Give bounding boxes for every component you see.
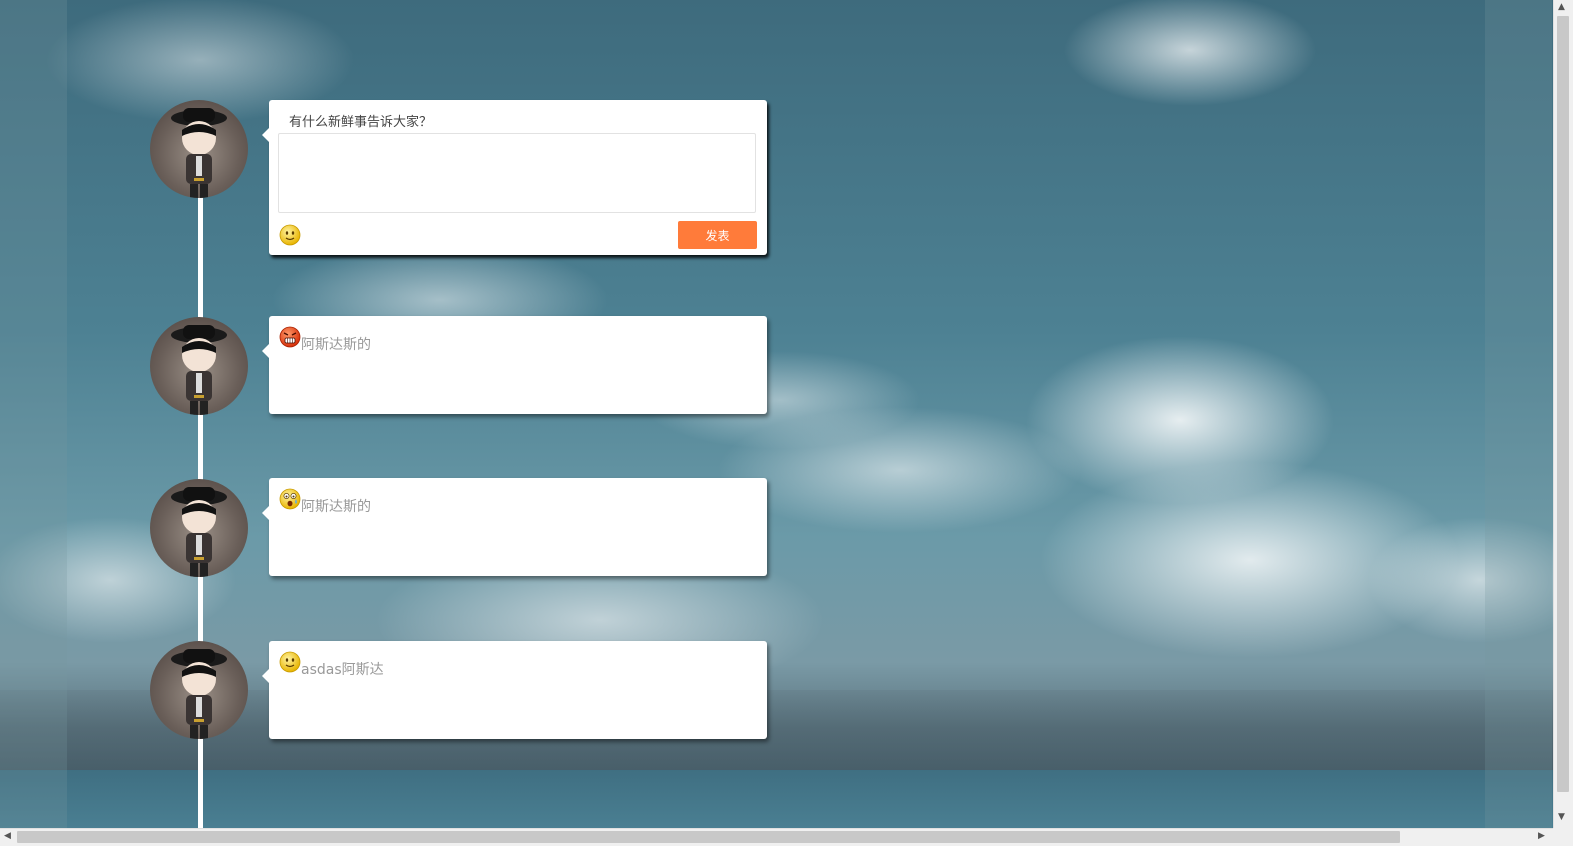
avatar bbox=[150, 100, 248, 198]
avatar bbox=[150, 641, 248, 739]
crying-face-icon bbox=[279, 488, 301, 514]
vertical-scrollbar[interactable]: ▲ ▼ bbox=[1553, 0, 1573, 828]
post-text: asdas阿斯达 bbox=[301, 662, 384, 678]
post-card: 阿斯达斯的 bbox=[262, 316, 767, 414]
compose-title: 有什么新鲜事告诉大家？ bbox=[289, 115, 433, 130]
background-side-right bbox=[1485, 0, 1552, 828]
card-pointer bbox=[262, 669, 269, 683]
avatar-figure-icon bbox=[171, 649, 227, 739]
horizontal-scroll-thumb[interactable] bbox=[17, 831, 1400, 843]
smile-face-icon[interactable] bbox=[279, 224, 301, 250]
horizontal-scrollbar[interactable]: ◀ ▶ bbox=[0, 828, 1553, 846]
publish-button[interactable]: 发表 bbox=[678, 221, 757, 249]
avatar bbox=[150, 479, 248, 577]
compose-textarea[interactable] bbox=[278, 133, 756, 213]
compose-card: 有什么新鲜事告诉大家？ 发表 bbox=[262, 100, 767, 255]
scrollbar-corner bbox=[1553, 828, 1573, 846]
avatar bbox=[150, 317, 248, 415]
angry-face-icon bbox=[279, 326, 301, 352]
scroll-right-arrow-icon[interactable]: ▶ bbox=[1538, 831, 1545, 841]
smile-face-icon bbox=[279, 651, 301, 677]
scroll-left-arrow-icon[interactable]: ◀ bbox=[4, 831, 11, 841]
avatar-figure-icon bbox=[171, 325, 227, 415]
scroll-up-arrow-icon[interactable]: ▲ bbox=[1558, 2, 1565, 12]
post-text: 阿斯达斯的 bbox=[301, 337, 371, 353]
scroll-down-arrow-icon[interactable]: ▼ bbox=[1558, 812, 1565, 822]
background-side-left bbox=[0, 0, 67, 828]
card-pointer bbox=[262, 344, 269, 358]
post-card: asdas阿斯达 bbox=[262, 641, 767, 739]
card-pointer bbox=[262, 506, 269, 520]
avatar-figure-icon bbox=[171, 487, 227, 577]
card-pointer bbox=[262, 128, 269, 142]
avatar-figure-icon bbox=[171, 108, 227, 198]
post-text: 阿斯达斯的 bbox=[301, 499, 371, 515]
sky-background-repeat bbox=[0, 770, 1553, 828]
vertical-scroll-thumb[interactable] bbox=[1557, 16, 1569, 792]
post-card: 阿斯达斯的 bbox=[262, 478, 767, 576]
